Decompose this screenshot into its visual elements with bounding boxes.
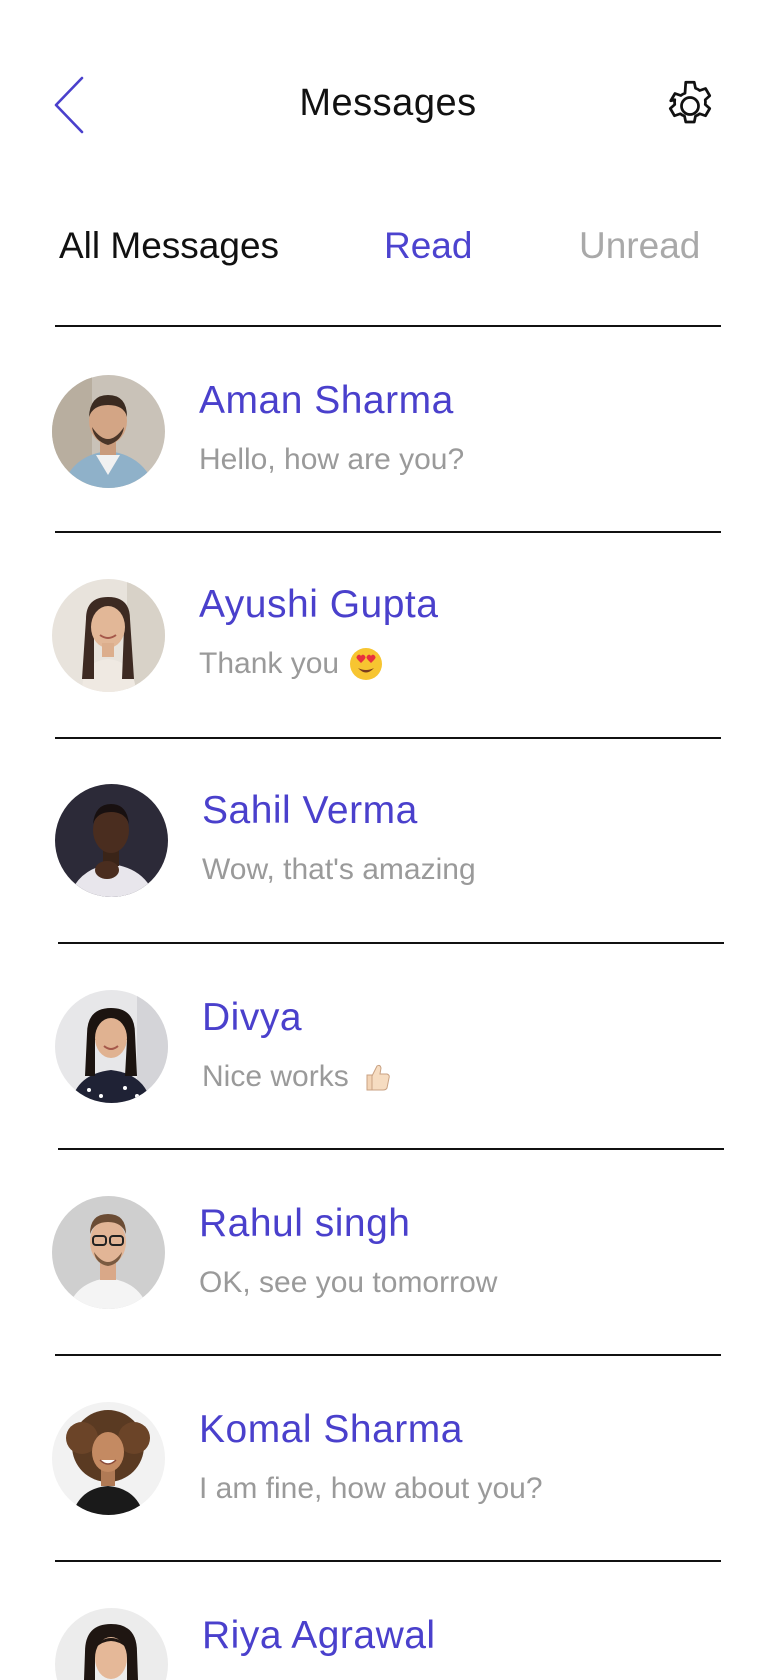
message-text: Hello, how are you?: [199, 443, 465, 476]
message-preview: Wow, that's amazing: [202, 853, 476, 887]
message-text: I am fine, how about you?: [199, 1472, 543, 1505]
avatar: [52, 1196, 165, 1309]
message-text: OK, see you tomorrow: [199, 1266, 498, 1299]
message-text: Wow, that's amazing: [202, 853, 476, 886]
avatar: [52, 375, 165, 488]
heart-eyes-emoji: [350, 648, 383, 680]
conversation-item[interactable]: Rahul singh OK, see you tomorrow: [0, 1150, 776, 1340]
message-preview: I am fine, how about you?: [199, 1472, 543, 1506]
message-text: Nice works: [202, 1060, 349, 1093]
messages-screen: Messages All Messages Read Unread Aman S…: [0, 0, 776, 1680]
contact-name: Aman Sharma: [199, 379, 454, 422]
contact-name: Ayushi Gupta: [199, 583, 439, 626]
contact-name: Komal Sharma: [199, 1408, 463, 1451]
avatar: [52, 579, 165, 692]
message-preview: OK, see you tomorrow: [199, 1266, 497, 1300]
avatar: [55, 990, 168, 1103]
message-preview: Nice works: [202, 1060, 393, 1094]
avatar: [55, 1608, 168, 1680]
contact-name: Divya: [202, 996, 303, 1039]
contact-name: Rahul singh: [199, 1202, 411, 1245]
message-preview: Hello, how are you?: [199, 443, 464, 477]
thumbs-up-emoji: [366, 1064, 390, 1091]
conversation-item[interactable]: Riya Agrawal: [0, 1562, 776, 1680]
contact-name: Riya Agrawal: [202, 1614, 436, 1657]
conversation-item[interactable]: Ayushi Gupta Thank you: [0, 533, 776, 723]
message-preview: Thank you: [199, 647, 383, 681]
conversation-item[interactable]: Sahil Verma Wow, that's amazing: [0, 739, 776, 929]
contact-name: Sahil Verma: [202, 789, 418, 832]
avatar: [52, 1402, 165, 1515]
message-text: Thank you: [199, 647, 340, 680]
avatar: [55, 784, 168, 897]
conversation-item[interactable]: Komal Sharma I am fine, how about you?: [0, 1356, 776, 1546]
conversation-list: Aman Sharma Hello, how are you? Ayushi G…: [0, 0, 776, 1680]
conversation-item[interactable]: Aman Sharma Hello, how are you?: [0, 327, 776, 517]
conversation-item[interactable]: Divya Nice works: [0, 944, 776, 1134]
